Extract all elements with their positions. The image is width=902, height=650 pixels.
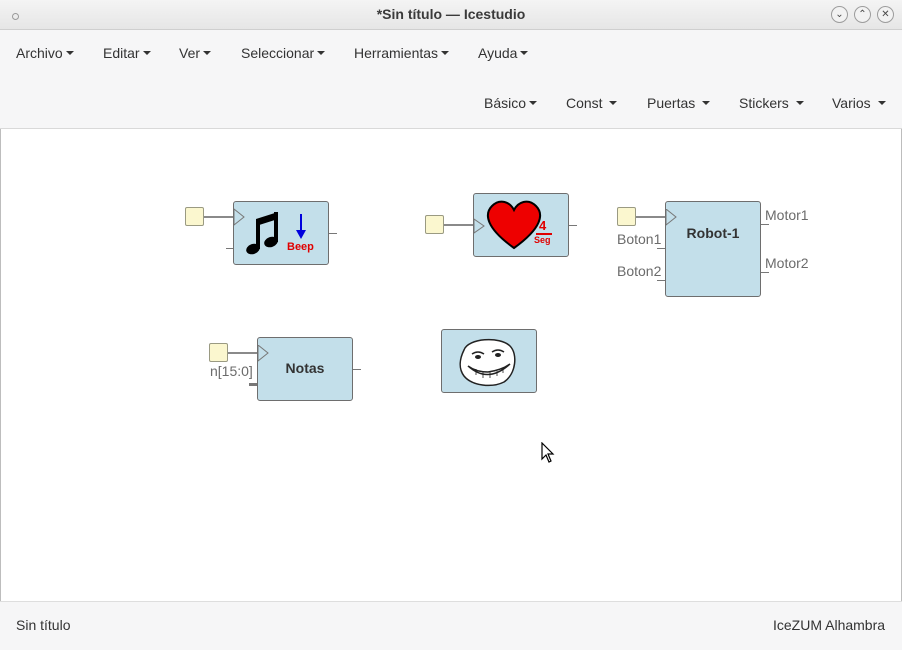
menu-herramientas[interactable]: Herramientas	[354, 45, 450, 61]
menu-const[interactable]: Const	[566, 95, 618, 111]
menu-varios[interactable]: Varios	[832, 95, 886, 111]
caret-down-icon	[609, 101, 618, 106]
maximize-button[interactable]: ⌃	[854, 6, 871, 23]
menu-ayuda[interactable]: Ayuda	[478, 45, 529, 61]
menu-seleccionar[interactable]: Seleccionar	[241, 45, 326, 61]
input-pin-notas[interactable]	[209, 343, 228, 362]
port-label-motor2: Motor2	[765, 255, 809, 271]
bus-stub	[249, 383, 257, 386]
heart-icon	[474, 200, 552, 250]
menu-label: Básico	[484, 95, 527, 111]
wire	[204, 216, 234, 218]
wire	[444, 224, 474, 226]
input-pin-heart[interactable]	[425, 215, 444, 234]
menu-editar[interactable]: Editar	[103, 45, 151, 61]
notas-title: Notas	[285, 360, 325, 376]
caret-down-icon	[65, 51, 74, 56]
port-label-boton1: Boton1	[617, 231, 662, 247]
menu-archivo[interactable]: Archivo	[16, 45, 74, 61]
timer-number: 4	[539, 218, 547, 233]
minimize-button[interactable]: ⌄	[831, 6, 848, 23]
wire	[228, 352, 258, 354]
menu-label: Ver	[179, 45, 201, 61]
timer-unit: Seg	[534, 235, 551, 245]
menu-ver[interactable]: Ver	[179, 45, 212, 61]
input-pin-robot[interactable]	[617, 207, 636, 226]
window-title: *Sin título — Icestudio	[376, 6, 526, 22]
output-stub	[569, 225, 577, 226]
mouse-cursor-icon	[541, 442, 555, 463]
caret-down-icon	[520, 51, 529, 56]
caret-down-icon	[702, 101, 711, 106]
menu-label: Archivo	[16, 45, 63, 61]
menu-label: Herramientas	[354, 45, 439, 61]
port-label-boton2: Boton2	[617, 263, 662, 279]
menu-label: Stickers	[739, 95, 789, 111]
output-stub	[761, 272, 769, 273]
output-stub	[353, 369, 361, 370]
caret-down-icon	[877, 101, 886, 106]
close-button[interactable]: ✕	[877, 6, 894, 23]
board-name[interactable]: IceZUM Alhambra	[773, 617, 885, 633]
robot-block[interactable]: Robot-1	[665, 201, 761, 297]
menu-label: Const	[566, 95, 603, 111]
menu-puertas[interactable]: Puertas	[647, 95, 711, 111]
caret-down-icon	[317, 51, 326, 56]
output-stub	[329, 233, 337, 234]
menu-label: Editar	[103, 45, 140, 61]
trollface-icon	[459, 338, 516, 387]
heart-block[interactable]: 4 Seg	[473, 193, 569, 257]
beep-label: Beep	[287, 241, 314, 253]
robot-title: Robot-1	[686, 225, 740, 241]
caret-down-icon	[795, 101, 804, 106]
input-stub	[657, 248, 665, 249]
menu-stickers[interactable]: Stickers	[739, 95, 804, 111]
menu-label: Seleccionar	[241, 45, 315, 61]
beep-block[interactable]: Beep	[233, 201, 329, 265]
status-bar	[0, 601, 902, 650]
notas-block[interactable]: Notas	[257, 337, 353, 401]
wire	[636, 216, 666, 218]
menu-basico[interactable]: Básico	[484, 95, 538, 111]
menu-label: Varios	[832, 95, 871, 111]
caret-down-icon	[441, 51, 450, 56]
menu-label: Puertas	[647, 95, 696, 111]
menu-label: Ayuda	[478, 45, 518, 61]
input-stub	[657, 280, 665, 281]
input-stub	[226, 248, 233, 249]
port-label-motor1: Motor1	[765, 207, 809, 223]
caret-down-icon	[142, 51, 151, 56]
output-stub	[761, 224, 769, 225]
music-note-icon	[234, 208, 306, 255]
input-pin-beep[interactable]	[185, 207, 204, 226]
caret-down-icon	[529, 101, 538, 106]
trollface-block[interactable]	[441, 329, 537, 393]
project-name: Sin título	[16, 617, 71, 633]
caret-down-icon	[203, 51, 212, 56]
port-label-n: n[15:0]	[210, 363, 253, 379]
